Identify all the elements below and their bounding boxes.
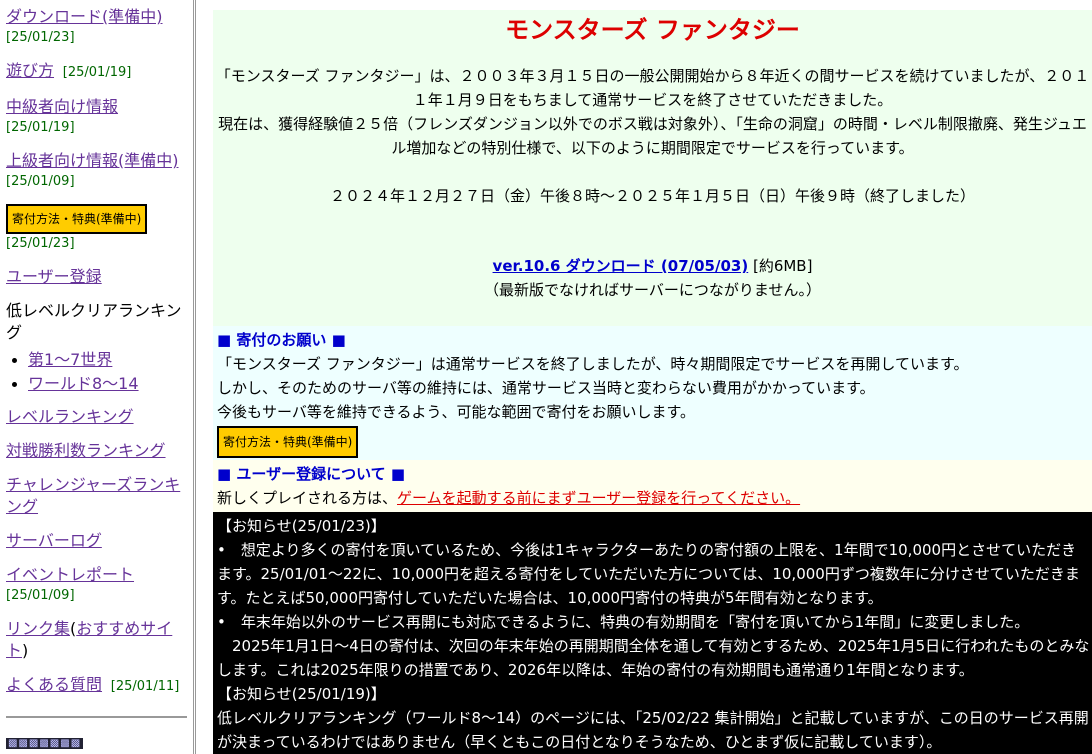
- notice-item: 低レベルクリアランキング（ワールド8〜14）のページには、「25/02/22 集…: [217, 709, 1089, 751]
- world-8-14-link[interactable]: ワールド8〜14: [28, 374, 139, 393]
- download-line: ver.10.6 ダウンロード (07/05/03) [約6MB]: [213, 254, 1092, 278]
- notice-heading: 【お知らせ(25/01/19)】: [217, 685, 386, 703]
- lowlevel-ranking-list: 第1〜7世界 ワールド8〜14: [6, 348, 193, 396]
- donate-button[interactable]: 寄付方法・特典(準備中): [6, 204, 148, 234]
- update-date: [25/01/09]: [6, 174, 75, 189]
- download-note: （最新版でなければサーバーにつながりません。）: [484, 281, 821, 299]
- howto-link[interactable]: 遊び方: [6, 61, 54, 80]
- top-panel: モンスターズ ファンタジー 「モンスターズ ファンタジー」は、２００３年３月１５…: [213, 10, 1092, 326]
- server-log-link[interactable]: サーバーログ: [6, 531, 102, 550]
- intermediate-info-link[interactable]: 中級者向け情報: [6, 97, 118, 116]
- update-date: [25/01/11]: [110, 679, 180, 694]
- sidebar-nav: ダウンロード(準備中) [25/01/23] 遊び方 [25/01/19] 中級…: [0, 0, 196, 754]
- level-ranking-link[interactable]: レベルランキング: [6, 407, 134, 426]
- donate-button[interactable]: 寄付方法・特典(準備中): [217, 426, 359, 458]
- update-date: [25/01/19]: [62, 65, 132, 80]
- divider: [6, 716, 187, 718]
- sidebar-item-challengers: チャレンジャーズランキング: [6, 474, 193, 518]
- intro-paragraph-2: 現在は、獲得経験値２５倍（フレンズダンジョン以外でのボス戦は対象外）、「生命の洞…: [218, 115, 1087, 157]
- sidebar-item-faq: よくある質問 [25/01/11]: [6, 674, 193, 698]
- list-item: 第1〜7世界: [28, 348, 193, 372]
- battle-ranking-link[interactable]: 対戦勝利数ランキング: [6, 441, 166, 460]
- update-date: [25/01/19]: [6, 120, 75, 135]
- sidebar-item-download: ダウンロード(準備中) [25/01/23]: [6, 6, 193, 48]
- sidebar-item-event-report: イベントレポート [25/01/09]: [6, 564, 193, 606]
- donate-text-line: しかし、そのためのサーバ等の維持には、通常サービス当時と変わらない費用がかかって…: [217, 379, 875, 397]
- donate-text-line: 「モンスターズ ファンタジー」は通常サービスを終了しましたが、時々期間限定でサー…: [217, 355, 969, 373]
- donate-section-title: ■ 寄付のお願い ■: [217, 331, 346, 349]
- register-instruction-link[interactable]: ゲームを起動する前にまずユーザー登録を行ってください。: [397, 489, 800, 507]
- list-item: ワールド8〜14: [28, 372, 193, 396]
- register-section-title: ■ ユーザー登録について ■: [217, 465, 406, 483]
- event-report-link[interactable]: イベントレポート: [6, 565, 134, 584]
- challengers-ranking-link[interactable]: チャレンジャーズランキング: [6, 475, 180, 516]
- service-schedule: ２０２４年１２月２７日（金）午後８時〜２０２５年１月５日（日）午後９時（終了しま…: [329, 187, 975, 205]
- notice-heading: 【お知らせ(25/01/23)】: [217, 517, 386, 535]
- sidebar-item-intermediate: 中級者向け情報 [25/01/19]: [6, 96, 193, 138]
- advanced-info-link[interactable]: 上級者向け情報(準備中): [6, 151, 179, 170]
- faq-link[interactable]: よくある質問: [6, 675, 102, 694]
- intro-paragraph-1: 「モンスターズ ファンタジー」は、２００３年３月１５日の一般公開開始から８年近く…: [215, 67, 1090, 109]
- notice-item: • 年末年始以外のサービス再開にも対応できるように、特典の有効期間を「寄付を頂い…: [217, 613, 1030, 631]
- sidebar-item-links: リンク集(おすすめサイト): [6, 618, 193, 662]
- sidebar-item-howto: 遊び方 [25/01/19]: [6, 60, 193, 84]
- client-download-link[interactable]: ver.10.6 ダウンロード (07/05/03): [493, 257, 749, 275]
- donate-section: ■ 寄付のお願い ■ 「モンスターズ ファンタジー」は通常サービスを終了しました…: [213, 326, 1092, 460]
- links-link[interactable]: リンク集: [6, 619, 70, 638]
- sidebar-item-register: ユーザー登録: [6, 266, 193, 288]
- page-title: モンスターズ ファンタジー: [505, 16, 800, 44]
- sidebar-item-donate: 寄付方法・特典(準備中) [25/01/23]: [6, 204, 193, 254]
- update-date: [25/01/09]: [6, 588, 75, 603]
- donate-text-line: 今後もサーバ等を維持できるよう、可能な範囲で寄付をお願いします。: [217, 403, 696, 421]
- sidebar-item-battle-ranking: 対戦勝利数ランキング: [6, 440, 193, 462]
- update-date: [25/01/23]: [6, 30, 75, 45]
- update-date: [25/01/23]: [6, 236, 75, 251]
- notice-section: 【お知らせ(25/01/23)】 • 想定より多くの寄付を頂いているため、今後は…: [213, 512, 1092, 754]
- lowlevel-ranking-heading: 低レベルクリアランキング: [6, 301, 182, 342]
- sidebar-item-server-log: サーバーログ: [6, 530, 193, 552]
- sidebar-item-advanced: 上級者向け情報(準備中) [25/01/09]: [6, 150, 193, 192]
- download-size: [約6MB]: [748, 257, 813, 275]
- download-link[interactable]: ダウンロード(準備中): [6, 7, 163, 26]
- sidebar-item-level-ranking: レベルランキング: [6, 406, 193, 428]
- notice-item: • 想定より多くの寄付を頂いているため、今後は1キャラクターあたりの寄付額の上限…: [217, 541, 1080, 607]
- paren: ): [22, 641, 29, 660]
- register-text-prefix: 新しくプレイされる方は、: [217, 489, 398, 507]
- register-text: 新しくプレイされる方は、ゲームを起動する前にまずユーザー登録を行ってください。: [217, 486, 1088, 510]
- main-content: モンスターズ ファンタジー 「モンスターズ ファンタジー」は、２００３年３月１５…: [213, 10, 1092, 754]
- register-section: ■ ユーザー登録について ■ 新しくプレイされる方は、ゲームを起動する前にまずユ…: [213, 460, 1092, 512]
- banner-image[interactable]: ▩▩▩▩▩▩▩: [6, 738, 84, 749]
- notice-item: 2025年1月1日〜4日の寄付は、次回の年末年始の再開期間全体を通して有効とする…: [217, 637, 1090, 679]
- register-link[interactable]: ユーザー登録: [6, 267, 102, 286]
- world-1-7-link[interactable]: 第1〜7世界: [28, 350, 112, 369]
